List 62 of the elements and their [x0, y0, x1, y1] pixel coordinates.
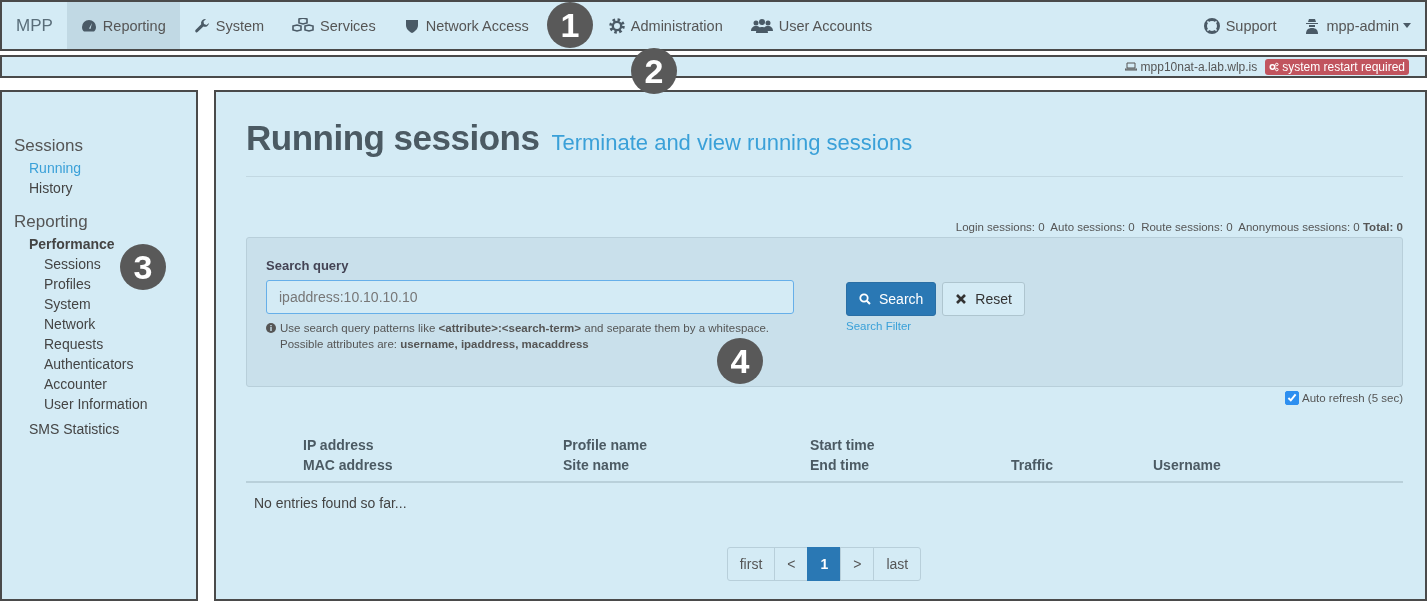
page-subtitle: Terminate and view running sessions — [551, 130, 913, 156]
sidebar-item[interactable]: Network — [44, 314, 96, 334]
shield-icon — [403, 17, 420, 34]
close-icon — [955, 293, 968, 305]
nav-tab[interactable]: User Accounts — [736, 2, 887, 49]
help-text: Use search query patterns like <attribute>:<search-term> and separate them by a whitespace. — [280, 321, 770, 336]
nav-tab[interactable]: Network Access — [389, 2, 543, 49]
nav-tab[interactable]: Administration — [594, 2, 737, 49]
column-header: Site name — [563, 456, 631, 475]
column-header: End time — [810, 456, 871, 475]
caret-icon — [1403, 23, 1411, 28]
sidebar-item[interactable]: Authenticators — [44, 354, 134, 374]
sidebar-item[interactable]: SMS Statistics — [29, 419, 120, 439]
sidebar-item[interactable]: Profiles — [44, 274, 91, 294]
column-header: Profile name — [563, 436, 649, 455]
wrench-icon — [193, 17, 210, 34]
sidebar-item[interactable]: Requests — [44, 334, 104, 354]
sidebar-item[interactable]: Performance — [29, 234, 115, 254]
nav-tab[interactable]: Services — [278, 2, 390, 49]
brand[interactable]: MPP — [2, 2, 67, 49]
search-field[interactable]: ipaddress:10.10.10.10 — [266, 280, 794, 314]
page-button[interactable]: last — [873, 547, 922, 581]
column-header: Start time — [810, 436, 876, 455]
page-button[interactable]: 1 — [807, 547, 842, 581]
nav-tab[interactable]: System — [179, 2, 279, 49]
alert-text: system restart required — [1282, 59, 1405, 74]
sidebar-heading: Sessions — [14, 136, 84, 156]
help-text: Possible attributes are: username, ipaddress, macaddress — [280, 337, 589, 352]
lifebuoy-icon — [1203, 17, 1220, 34]
column-header: MAC address — [303, 456, 394, 475]
sidebar-heading: Reporting — [14, 212, 89, 232]
sidebar-item[interactable]: History — [29, 178, 73, 198]
field-label: Search query — [266, 258, 350, 273]
sidebar-item[interactable]: Accounter — [44, 374, 108, 394]
search-button[interactable]: Search — [846, 282, 937, 316]
info-icon — [266, 323, 276, 333]
auto-refresh-checkbox[interactable]: Auto refresh (5 sec) — [1285, 391, 1403, 405]
user-icon — [1304, 17, 1321, 34]
support-link[interactable]: Support — [1189, 2, 1291, 49]
sidebar-item[interactable]: System — [44, 294, 91, 314]
sidebar-item[interactable]: User Information — [44, 394, 148, 414]
page-button[interactable]: first — [726, 547, 776, 581]
search-icon — [859, 293, 871, 305]
users-icon — [750, 17, 773, 34]
settings-icon — [608, 17, 625, 34]
session-counts: Login sessions: 0 Auto sessions: 0 Route sessions: 0 Anonymous sessions: 0 Total: 0 — [954, 221, 1403, 233]
column-header: Traffic — [1011, 456, 1054, 475]
user-menu[interactable]: mpp-admin — [1290, 2, 1425, 49]
hostname: mpp10nat-a.lab.wlp.is — [1140, 59, 1258, 74]
column-header: IP address — [303, 436, 375, 455]
gears-icon — [1269, 61, 1280, 72]
reset-button[interactable]: Reset — [942, 282, 1025, 316]
gauge-icon — [80, 17, 97, 34]
sidebar-item[interactable]: Sessions — [44, 254, 101, 274]
page-title: Running sessions — [246, 118, 540, 158]
cubes-icon — [292, 17, 315, 34]
nav-tab[interactable]: Reporting — [66, 2, 180, 49]
column-header: Username — [1153, 456, 1222, 475]
empty-message: No entries found so far... — [253, 494, 408, 513]
checkbox[interactable] — [1285, 391, 1299, 405]
laptop-icon — [1124, 62, 1137, 71]
page-button[interactable]: > — [840, 547, 875, 581]
